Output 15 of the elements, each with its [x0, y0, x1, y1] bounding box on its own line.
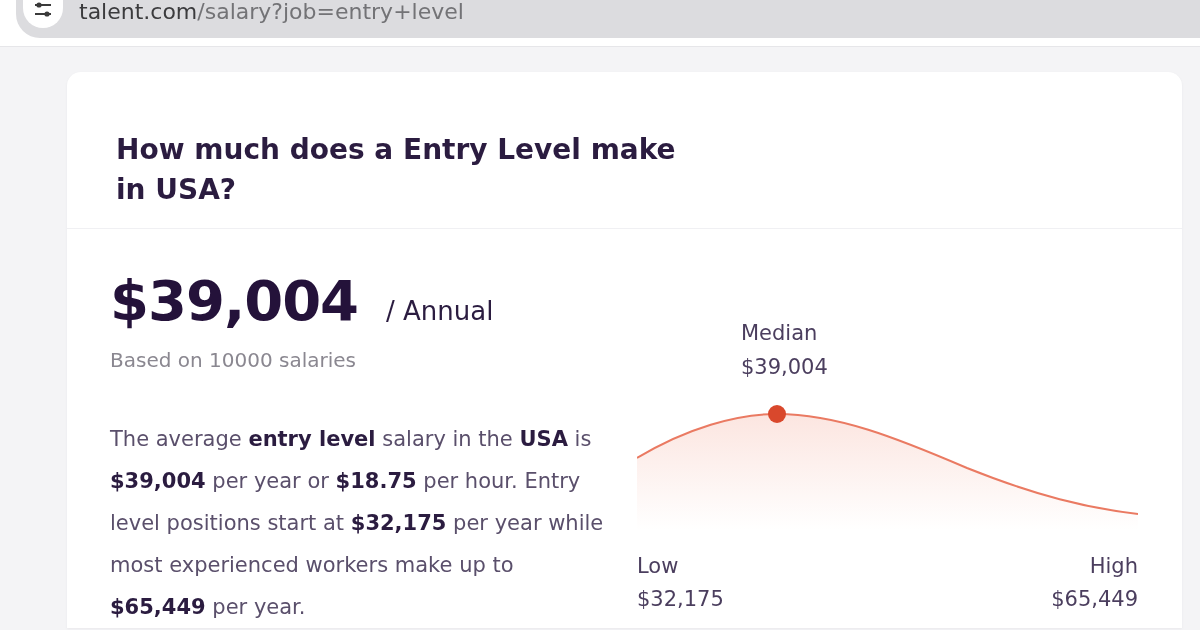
url-text: talent.com/salary?job=entry+level — [79, 0, 464, 24]
pay-period: / Annual — [386, 296, 494, 326]
median-label: Median — [741, 320, 819, 347]
salary-question-heading: How much does a Entry Level make in USA? — [116, 132, 677, 208]
site-settings-button[interactable] — [23, 0, 63, 28]
salary-amount: $39,004 — [110, 273, 359, 329]
low-value: $32,175 — [637, 586, 724, 613]
low-label: Low — [637, 553, 680, 580]
salary-summary: The average entry level salary in the USA is $39,004 per year or $18.75 per hour. Entry level positions start at $32,175 per year while most experienced workers make up to $65,449 per year. — [110, 426, 605, 621]
high-value: $65,449 — [1051, 586, 1138, 613]
address-bar[interactable]: talent.com/salary?job=entry+level — [16, 0, 1200, 38]
median-value: $39,004 — [741, 354, 828, 381]
sliders-icon — [34, 2, 52, 18]
salary-basis: Based on 10000 salaries — [110, 347, 357, 373]
high-label: High — [1088, 553, 1138, 580]
